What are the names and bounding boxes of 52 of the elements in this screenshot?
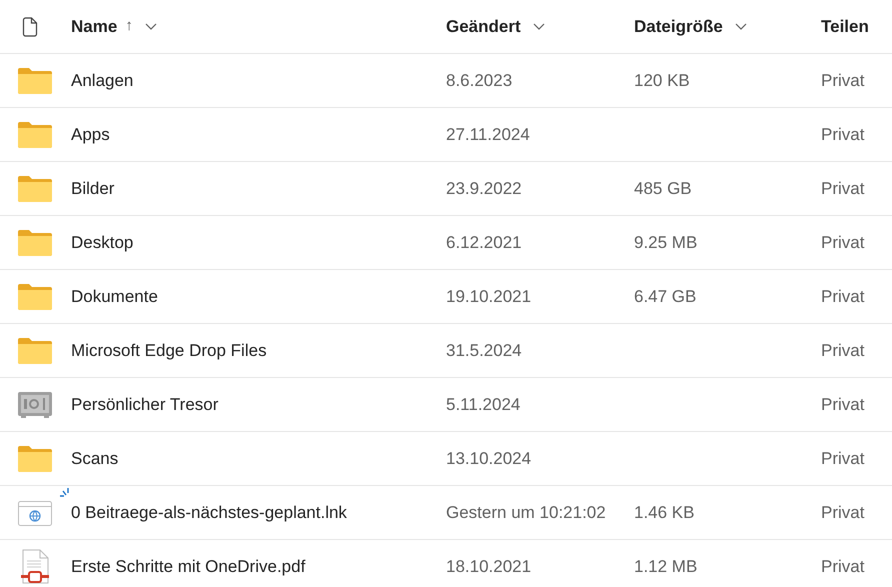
file-size: 6.47 GB xyxy=(634,286,696,306)
file-name[interactable]: Dokumente xyxy=(71,284,446,310)
sharing-status: Privat xyxy=(821,178,866,200)
file-name[interactable]: Erste Schritte mit OneDrive.pdf xyxy=(71,554,446,580)
folder-icon xyxy=(17,120,53,148)
modified-date: 13.10.2024 xyxy=(446,448,532,470)
folder-icon xyxy=(17,444,53,472)
file-name[interactable]: Desktop xyxy=(71,230,446,256)
sort-indicator: ↑ xyxy=(125,16,133,36)
file-size: 1.12 MB xyxy=(634,556,698,576)
folder-icon xyxy=(17,174,53,202)
modified-date: 18.10.2021 xyxy=(446,556,532,578)
sharing-status: Privat xyxy=(821,124,866,146)
modified-date: 6.12.2021 xyxy=(446,232,523,254)
column-header[interactable]: Dateigröße xyxy=(634,14,723,40)
web-shortcut-icon xyxy=(17,498,53,526)
column-header[interactable]: Name xyxy=(71,14,118,40)
modified-date: 31.5.2024 xyxy=(446,340,523,362)
column-header[interactable]: Teilen xyxy=(821,14,869,40)
modified-date: 5.11.2024 xyxy=(446,394,522,416)
file-size: 9.25 MB xyxy=(634,232,698,252)
file-size: 120 KB xyxy=(634,70,690,90)
safe-icon xyxy=(17,390,53,418)
modified-date: 27.11.2024 xyxy=(446,124,531,146)
sharing-status: Privat xyxy=(821,70,866,92)
sharing-status: Privat xyxy=(821,448,866,470)
sharing-status: Privat xyxy=(821,502,866,524)
modified-date: 8.6.2023 xyxy=(446,70,514,92)
file-name[interactable]: 0 Beitraege-als-nächstes-geplant.lnk xyxy=(71,500,446,526)
column-header[interactable]: Geändert xyxy=(446,14,521,40)
folder-icon xyxy=(17,336,53,364)
sharing-status: Privat xyxy=(821,556,866,578)
file-name[interactable]: Anlagen xyxy=(71,68,446,94)
file-name[interactable]: Persönlicher Tresor xyxy=(71,392,446,418)
folder-icon xyxy=(17,228,53,256)
modified-date: 19.10.2021 xyxy=(446,286,532,308)
file-name[interactable]: Microsoft Edge Drop Files xyxy=(71,338,446,364)
folder-icon xyxy=(17,66,53,94)
sharing-status: Privat xyxy=(821,394,866,416)
pdf-file-icon xyxy=(20,548,50,584)
file-type-icon[interactable] xyxy=(22,16,38,36)
sharing-status: Privat xyxy=(821,232,866,254)
file-name[interactable]: Bilder xyxy=(71,176,446,202)
file-name[interactable]: Apps xyxy=(71,122,446,148)
folder-icon xyxy=(17,282,53,310)
file-size: 1.46 KB xyxy=(634,502,694,522)
file-size: 485 GB xyxy=(634,178,692,198)
sharing-status: Privat xyxy=(821,340,866,362)
modified-date: 23.9.2022 xyxy=(446,178,523,200)
sharing-status: Privat xyxy=(821,286,866,308)
modified-date: Gestern um 10:21:02 xyxy=(446,502,607,524)
file-name[interactable]: Scans xyxy=(71,446,446,472)
